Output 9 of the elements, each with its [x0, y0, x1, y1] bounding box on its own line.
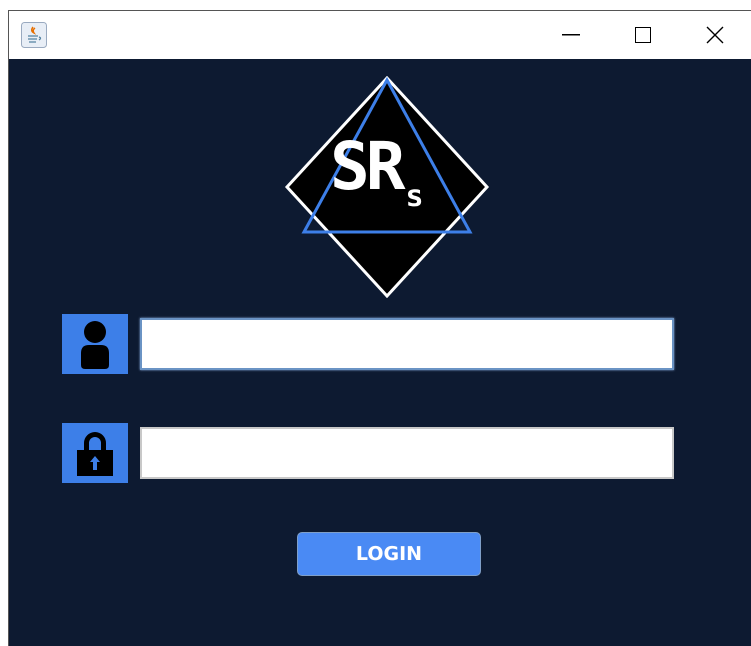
password-field[interactable] — [140, 427, 674, 479]
close-icon — [706, 26, 724, 44]
lock-icon — [76, 430, 114, 476]
username-field[interactable] — [140, 318, 674, 370]
minimize-icon — [562, 34, 580, 36]
login-button[interactable]: LOGIN — [297, 532, 481, 576]
app-icon — [21, 22, 47, 48]
user-icon — [79, 319, 111, 369]
maximize-icon — [635, 27, 651, 43]
